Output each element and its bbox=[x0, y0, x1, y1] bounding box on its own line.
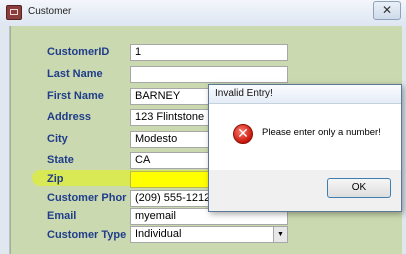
dialog-message: Please enter only a number! bbox=[262, 127, 381, 138]
customer-phone-label: Customer Phor bbox=[47, 192, 127, 204]
customer-type-select[interactable]: Individual ▼ bbox=[130, 226, 288, 243]
dialog-body: ✕ Please enter only a number! bbox=[209, 104, 401, 170]
email-label: Email bbox=[47, 210, 77, 222]
dialog-titlebar: Invalid Entry! bbox=[209, 85, 401, 104]
last-name-label: Last Name bbox=[47, 68, 103, 80]
invalid-entry-dialog: Invalid Entry! ✕ Please enter only a num… bbox=[208, 84, 402, 212]
customer-type-label: Customer Type bbox=[47, 229, 127, 241]
form-icon bbox=[6, 5, 22, 20]
address-label: Address bbox=[47, 111, 92, 123]
zip-label: Zip bbox=[47, 173, 64, 185]
window-edge bbox=[402, 26, 406, 254]
last-name-field[interactable] bbox=[130, 66, 288, 83]
close-button[interactable]: ✕ bbox=[373, 1, 401, 20]
window-titlebar: Customer ✕ bbox=[0, 0, 406, 27]
first-name-label: First Name bbox=[47, 90, 104, 102]
dialog-title: Invalid Entry! bbox=[215, 88, 273, 99]
error-icon: ✕ bbox=[233, 124, 253, 144]
customer-id-field[interactable]: 1 bbox=[130, 44, 288, 61]
city-label: City bbox=[47, 133, 68, 145]
state-label: State bbox=[47, 154, 74, 166]
chevron-down-icon[interactable]: ▼ bbox=[273, 227, 287, 242]
record-selector-bar[interactable] bbox=[0, 26, 10, 254]
ok-button[interactable]: OK bbox=[327, 178, 391, 198]
customer-type-value: Individual bbox=[135, 228, 182, 240]
window-title: Customer bbox=[28, 6, 72, 17]
customer-id-label: CustomerID bbox=[47, 46, 110, 58]
